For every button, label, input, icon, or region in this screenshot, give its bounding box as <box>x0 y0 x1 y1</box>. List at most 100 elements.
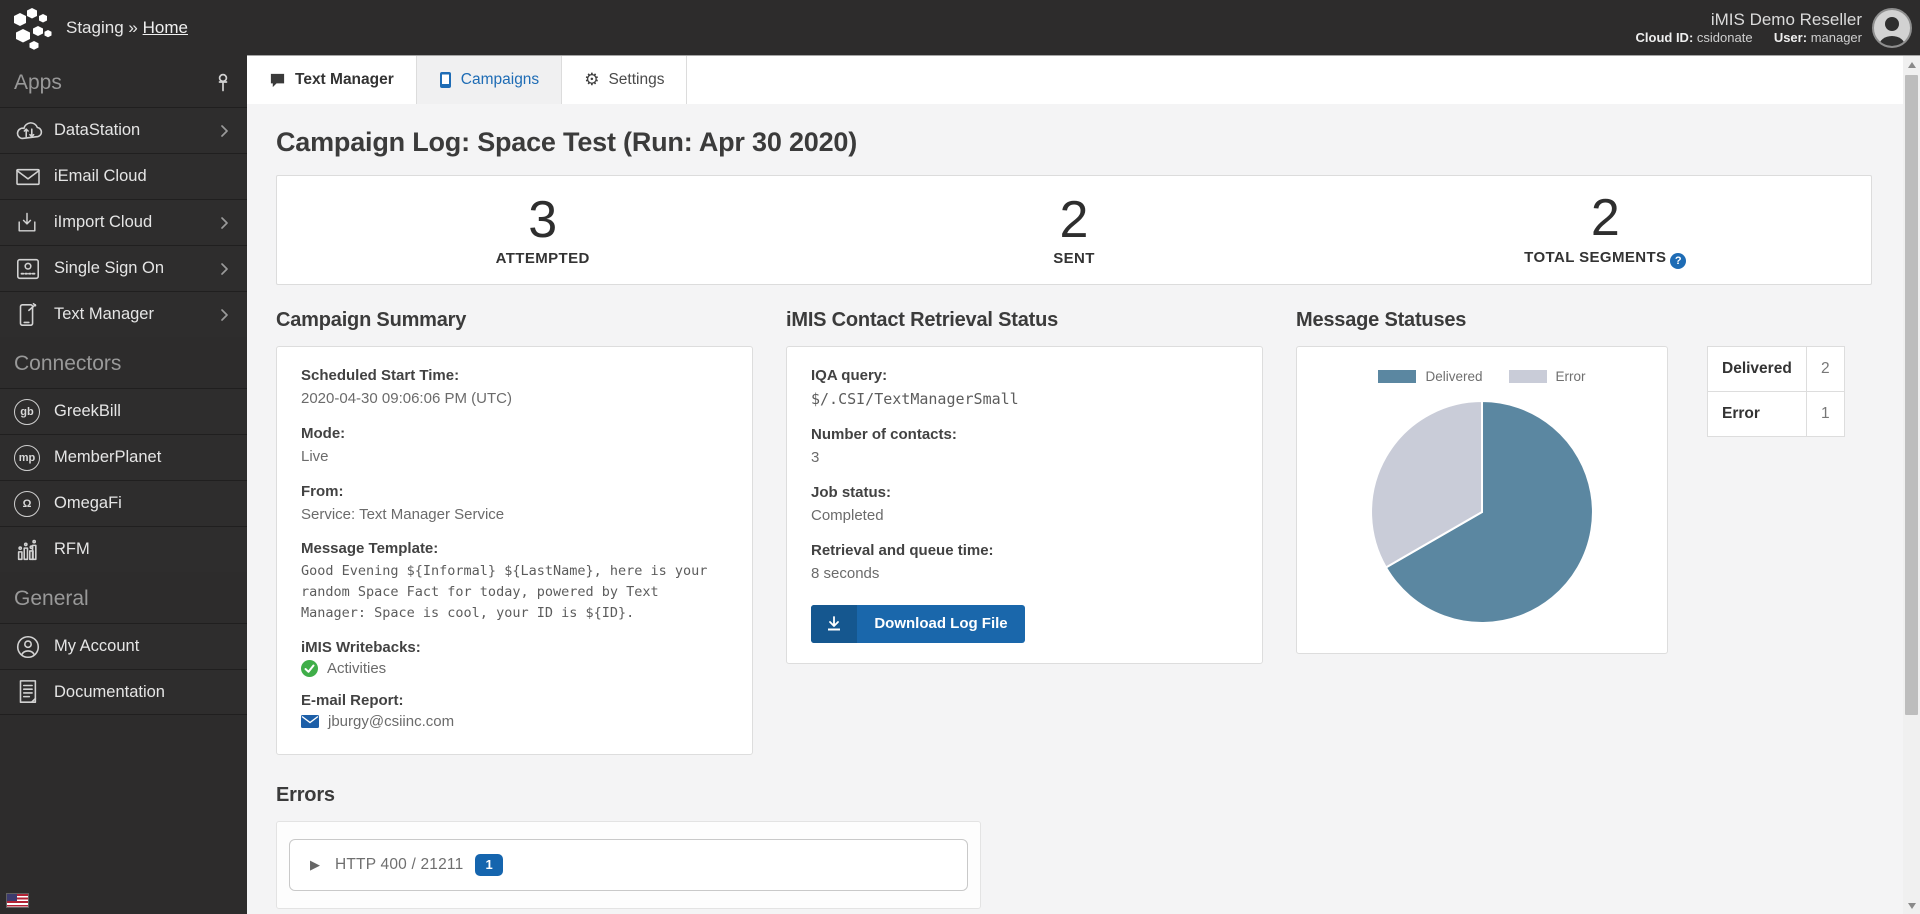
field-label: Number of contacts: <box>811 426 1238 443</box>
status-name: Error <box>1708 392 1807 437</box>
sidebar-item-label: iEmail Cloud <box>54 167 233 186</box>
download-log-file-button[interactable]: Download Log File <box>811 605 1025 643</box>
campaign-summary-panel: Scheduled Start Time: 2020-04-30 09:06:0… <box>276 346 753 755</box>
sidebar: Staging » Home Apps DataStation <box>0 0 247 914</box>
field-value: 3 <box>811 447 1238 469</box>
connectors-header-label: Connectors <box>14 352 121 376</box>
account-meta: Cloud ID: csidonate User: manager <box>1636 30 1862 46</box>
sidebar-item-datastation[interactable]: DataStation <box>0 107 247 153</box>
sidebar-item-label: iImport Cloud <box>54 213 215 232</box>
field-label: Job status: <box>811 484 1238 501</box>
sidebar-section-apps: Apps <box>0 56 247 107</box>
stat-label-text: TOTAL SEGMENTS <box>1524 249 1666 266</box>
stat-value: 3 <box>277 193 808 248</box>
campaign-summary-column: Campaign Summary Scheduled Start Time: 2… <box>276 285 753 755</box>
campaign-summary-heading: Campaign Summary <box>276 309 753 332</box>
error-count-badge: 1 <box>475 854 502 876</box>
chart-legend: Delivered Error <box>1311 369 1653 384</box>
scrollbar-up-arrow[interactable] <box>1903 56 1920 73</box>
errors-heading: Errors <box>276 784 1872 807</box>
person-silhouette-icon <box>1874 12 1910 46</box>
table-row-delivered: Delivered 2 <box>1708 347 1845 392</box>
general-header-label: General <box>14 587 89 611</box>
rfm-chart-icon <box>14 537 48 563</box>
cloud-id-label: Cloud ID: <box>1636 30 1694 45</box>
account-block: iMIS Demo Reseller Cloud ID: csidonate U… <box>1636 9 1862 47</box>
chevron-right-icon <box>215 306 233 324</box>
avatar[interactable] <box>1872 8 1912 48</box>
legend-item-delivered[interactable]: Delivered <box>1378 369 1482 384</box>
field-label: IQA query: <box>811 367 1238 384</box>
contact-status-column: iMIS Contact Retrieval Status IQA query:… <box>786 285 1263 664</box>
scrollbar-thumb[interactable] <box>1905 75 1918 715</box>
email-report-label: E-mail Report: <box>301 692 728 709</box>
status-table: Delivered 2 Error 1 <box>1707 346 1845 437</box>
sidebar-item-memberplanet[interactable]: mp MemberPlanet <box>0 434 247 480</box>
tab-label: Settings <box>608 71 664 89</box>
legend-label: Error <box>1556 369 1586 384</box>
legend-item-error[interactable]: Error <box>1509 369 1586 384</box>
imis-logo-icon <box>10 5 54 51</box>
speech-bubble-icon <box>269 72 286 89</box>
page-title: Campaign Log: Space Test (Run: Apr 30 20… <box>276 127 1872 158</box>
apps-header-label: Apps <box>14 71 62 95</box>
sidebar-item-documentation[interactable]: Documentation <box>0 669 247 715</box>
sidebar-item-my-account[interactable]: My Account <box>0 623 247 669</box>
error-accordion-row[interactable]: ▶ HTTP 400 / 21211 1 <box>289 839 968 891</box>
breadcrumb-home-link[interactable]: Home <box>143 18 188 37</box>
email-report-value: jburgy@csiinc.com <box>328 713 454 730</box>
stat-sent: 2 SENT <box>808 193 1339 268</box>
sidebar-item-greekbill[interactable]: gb GreekBill <box>0 388 247 434</box>
language-flag-icon[interactable] <box>7 894 28 907</box>
field-label: Retrieval and queue time: <box>811 542 1238 559</box>
import-icon <box>14 210 48 236</box>
sidebar-item-label: Single Sign On <box>54 259 215 278</box>
tab-settings[interactable]: ⚙ Settings <box>562 56 687 104</box>
contact-status-panel: IQA query: $/.CSI/TextManagerSmall Numbe… <box>786 346 1263 664</box>
field-label: Message Template: <box>301 540 728 557</box>
content: Campaign Log: Space Test (Run: Apr 30 20… <box>247 127 1920 909</box>
stat-attempted: 3 ATTEMPTED <box>277 193 808 268</box>
cloud-id-value: csidonate <box>1697 30 1753 45</box>
writebacks-label: iMIS Writebacks: <box>301 639 728 656</box>
tab-text-manager[interactable]: Text Manager <box>247 56 417 104</box>
pie-chart <box>1366 396 1598 628</box>
field-label: Mode: <box>301 425 728 442</box>
envelope-icon <box>301 715 319 728</box>
sidebar-item-omegafi[interactable]: Ω OmegaFi <box>0 480 247 526</box>
sidebar-item-text-manager[interactable]: Text Manager <box>0 291 247 337</box>
breadcrumb-separator: » <box>128 18 137 37</box>
sidebar-item-iimport-cloud[interactable]: iImport Cloud <box>0 199 247 245</box>
field-value: Service: Text Manager Service <box>301 504 728 526</box>
stat-label: SENT <box>808 250 1339 267</box>
mobile-phone-icon <box>439 71 452 89</box>
stats-panel: 3 ATTEMPTED 2 SENT 2 TOTAL SEGMENTS? <box>276 175 1872 285</box>
contact-status-heading: iMIS Contact Retrieval Status <box>786 309 1263 332</box>
scrollbar-down-arrow[interactable] <box>1903 897 1920 914</box>
breadcrumb-app: Staging <box>66 18 124 37</box>
status-name: Delivered <box>1708 347 1807 392</box>
chevron-right-icon <box>215 214 233 232</box>
sidebar-item-label: Documentation <box>54 683 233 702</box>
sidebar-item-label: OmegaFi <box>54 494 233 513</box>
sidebar-item-label: RFM <box>54 540 233 559</box>
download-icon <box>811 605 857 643</box>
error-label: HTTP 400 / 21211 <box>335 856 463 874</box>
tabstrip: Text Manager Campaigns ⚙ Settings <box>247 56 1920 104</box>
tab-label: Campaigns <box>461 71 539 89</box>
topbar: iMIS Demo Reseller Cloud ID: csidonate U… <box>247 0 1920 56</box>
stat-label: TOTAL SEGMENTS? <box>1340 249 1871 269</box>
sidebar-item-rfm[interactable]: RFM <box>0 526 247 572</box>
tab-campaigns[interactable]: Campaigns <box>417 56 562 104</box>
help-icon[interactable]: ? <box>1670 253 1686 269</box>
errors-panel: ▶ HTTP 400 / 21211 1 <box>276 821 981 909</box>
email-icon <box>14 166 48 188</box>
sidebar-item-single-sign-on[interactable]: Single Sign On <box>0 245 247 291</box>
status-count: 1 <box>1807 392 1845 437</box>
sidebar-item-label: MemberPlanet <box>54 448 233 467</box>
sidebar-item-iemail-cloud[interactable]: iEmail Cloud <box>0 153 247 199</box>
message-statuses-column: Message Statuses Delivered <box>1296 285 1872 654</box>
pin-icon[interactable] <box>215 73 231 93</box>
breadcrumb: Staging » Home <box>66 18 188 38</box>
datastation-icon <box>14 118 48 144</box>
